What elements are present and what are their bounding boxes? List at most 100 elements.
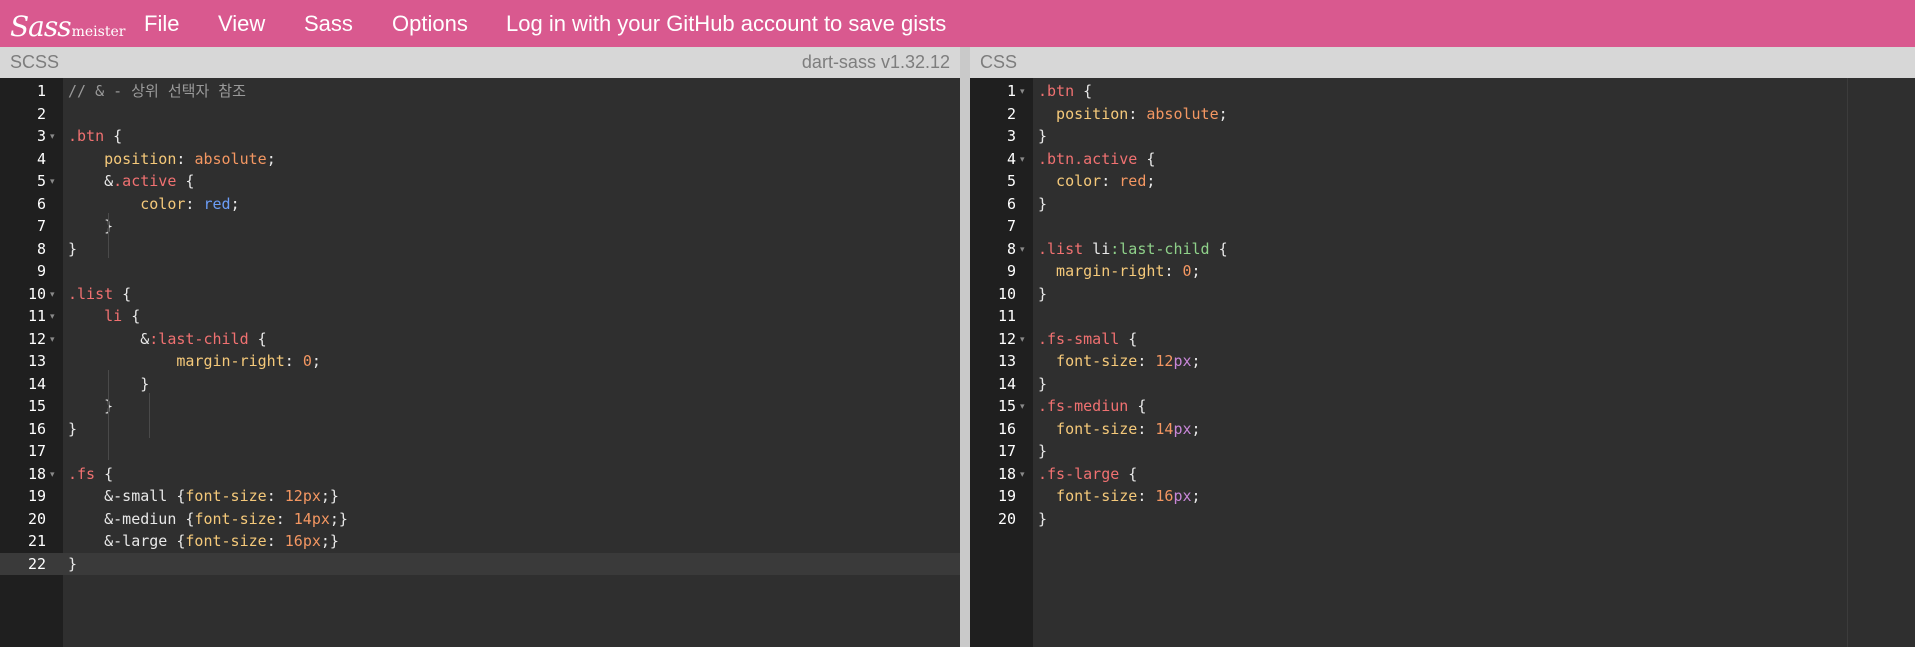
code-line[interactable]: 19 &-small {font-size: 12px;} <box>0 485 960 508</box>
menu-view[interactable]: View <box>218 0 265 47</box>
code-line[interactable]: 12 ▾ &:last-child { <box>0 328 960 351</box>
fold-toggle-icon[interactable]: ▾ <box>1020 328 1025 351</box>
code-token: & <box>68 329 150 348</box>
code-line[interactable]: 16 font-size: 14px; <box>970 418 1915 441</box>
menu-file-label[interactable]: File <box>144 4 179 44</box>
code-line[interactable]: 9 margin-right: 0; <box>970 260 1915 283</box>
code-line[interactable]: 13 font-size: 12px; <box>970 350 1915 373</box>
code-line[interactable]: 7 } <box>0 215 960 238</box>
code-line[interactable]: 8} <box>0 238 960 261</box>
fold-toggle-icon[interactable]: ▾ <box>50 463 55 486</box>
code-line[interactable]: 13 margin-right: 0; <box>0 350 960 373</box>
code-line[interactable]: 3 ▾ .btn { <box>0 125 960 148</box>
fold-toggle-icon[interactable]: ▾ <box>50 170 55 193</box>
fold-toggle-icon[interactable]: ▾ <box>50 125 55 148</box>
code-line[interactable]: 14} <box>970 373 1915 396</box>
code-line[interactable]: 14 } <box>0 373 960 396</box>
menu-options[interactable]: Options <box>392 0 468 47</box>
pane-divider[interactable] <box>960 47 970 647</box>
code-line[interactable]: 9 <box>0 260 960 283</box>
code-line[interactable]: 2 <box>0 103 960 126</box>
line-number: 22 <box>27 554 46 573</box>
code-line[interactable]: 15 ▾ .fs-mediun { <box>970 395 1915 418</box>
code-line[interactable]: 19 font-size: 16px; <box>970 485 1915 508</box>
code-token: absolute <box>1146 104 1219 123</box>
code-line[interactable]: 5 ▾ &.active { <box>0 170 960 193</box>
fold-toggle-icon[interactable]: ▾ <box>1020 80 1025 103</box>
code-text: font-size: 12px; <box>1038 350 1201 373</box>
code-line[interactable]: 5 color: red; <box>970 170 1915 193</box>
code-token: color <box>68 194 186 213</box>
menu-sass-label[interactable]: Sass <box>304 4 353 44</box>
code-token: ; <box>1218 104 1228 123</box>
code-line[interactable]: 1 // & - 상위 선택자 참조 <box>0 80 960 103</box>
line-number: 6 <box>36 194 46 213</box>
code-token: } <box>68 239 78 258</box>
line-number: 2 <box>36 104 46 123</box>
code-line[interactable]: 12 ▾ .fs-small { <box>970 328 1915 351</box>
code-line[interactable]: 4 ▾ .btn.active { <box>970 148 1915 171</box>
code-text: position: absolute; <box>68 148 276 171</box>
code-token: position <box>1038 104 1129 123</box>
code-line[interactable]: 4 position: absolute; <box>0 148 960 171</box>
code-token: font-size <box>1038 487 1138 505</box>
code-token: .fs <box>68 464 96 483</box>
code-line[interactable]: 15 } <box>0 395 960 418</box>
code-line[interactable]: 10 ▾ .list { <box>0 283 960 306</box>
code-line[interactable]: 6 color: red; <box>0 193 960 216</box>
code-token: font-size <box>1038 419 1138 438</box>
code-line[interactable]: 20 &-mediun {font-size: 14px;} <box>0 508 960 531</box>
code-line[interactable]: 2 position: absolute; <box>970 103 1915 126</box>
code-token: } <box>1038 509 1048 528</box>
code-line[interactable]: 17 <box>0 440 960 463</box>
sassmeister-logo[interactable]: Sass meister <box>10 8 125 42</box>
code-line[interactable]: 11 <box>970 305 1915 328</box>
fold-toggle-icon[interactable]: ▾ <box>1020 463 1025 486</box>
code-line[interactable]: 8 ▾ .list li:last-child { <box>970 238 1915 261</box>
fold-toggle-icon[interactable]: ▾ <box>50 328 55 351</box>
line-number: 9 <box>1006 262 1016 280</box>
line-number: 5 <box>1006 172 1016 190</box>
code-line[interactable]: 6} <box>970 193 1915 216</box>
code-token: ;} <box>320 532 339 550</box>
line-number: 14 <box>997 374 1016 393</box>
fold-toggle-icon[interactable]: ▾ <box>50 305 55 328</box>
fold-toggle-icon[interactable]: ▾ <box>50 283 55 306</box>
code-line[interactable]: 16} <box>0 418 960 441</box>
code-line[interactable]: 10} <box>970 283 1915 306</box>
code-token: ; <box>1191 352 1201 370</box>
scss-editor[interactable]: 1// & - 상위 선택자 참조 2 3 ▾ .btn {4 position: ab… <box>0 78 960 647</box>
code-line[interactable]: 3} <box>970 125 1915 148</box>
code-text: position: absolute; <box>1038 103 1228 126</box>
css-editor[interactable]: 1 ▾ .btn {2 position: absolute; 3} 4 ▾ .btn.ac… <box>970 78 1915 647</box>
menu-view-label[interactable]: View <box>218 4 265 44</box>
code-token: px <box>302 532 321 550</box>
code-line[interactable]: 18 ▾ .fs { <box>0 463 960 486</box>
code-token: { <box>113 284 132 303</box>
code-line[interactable]: 17} <box>970 440 1915 463</box>
code-line[interactable]: 11 ▾ li { <box>0 305 960 328</box>
code-line[interactable]: 20} <box>970 508 1915 531</box>
fold-toggle-icon[interactable]: ▾ <box>1020 395 1025 418</box>
code-token: { <box>95 464 114 483</box>
code-token: 16 <box>1155 487 1174 505</box>
code-text: .fs-mediun { <box>1038 395 1146 418</box>
github-login-link[interactable]: Log in with your GitHub account to save … <box>506 0 946 47</box>
code-line[interactable]: 18 ▾ .fs-large { <box>970 463 1915 486</box>
fold-toggle-icon[interactable]: ▾ <box>1020 238 1025 261</box>
code-token: : <box>1137 352 1156 370</box>
fold-toggle-icon[interactable]: ▾ <box>1020 148 1025 171</box>
menu-sass[interactable]: Sass <box>304 0 353 47</box>
code-token: : <box>176 149 195 168</box>
menu-options-label[interactable]: Options <box>392 4 468 44</box>
compiler-version[interactable]: dart-sass v1.32.12 <box>802 47 950 78</box>
code-line[interactable]: 22} <box>0 552 960 575</box>
line-number: 4 <box>1006 149 1016 168</box>
github-login-label[interactable]: Log in with your GitHub account to save … <box>506 4 946 44</box>
code-line[interactable]: 1 ▾ .btn { <box>970 80 1915 103</box>
menu-file[interactable]: File <box>144 0 179 47</box>
line-number: 6 <box>1006 194 1016 213</box>
code-line[interactable]: 21 &-large {font-size: 16px;} <box>0 530 960 553</box>
code-text: font-size: 16px; <box>1038 485 1201 508</box>
code-line[interactable]: 7 <box>970 215 1915 238</box>
